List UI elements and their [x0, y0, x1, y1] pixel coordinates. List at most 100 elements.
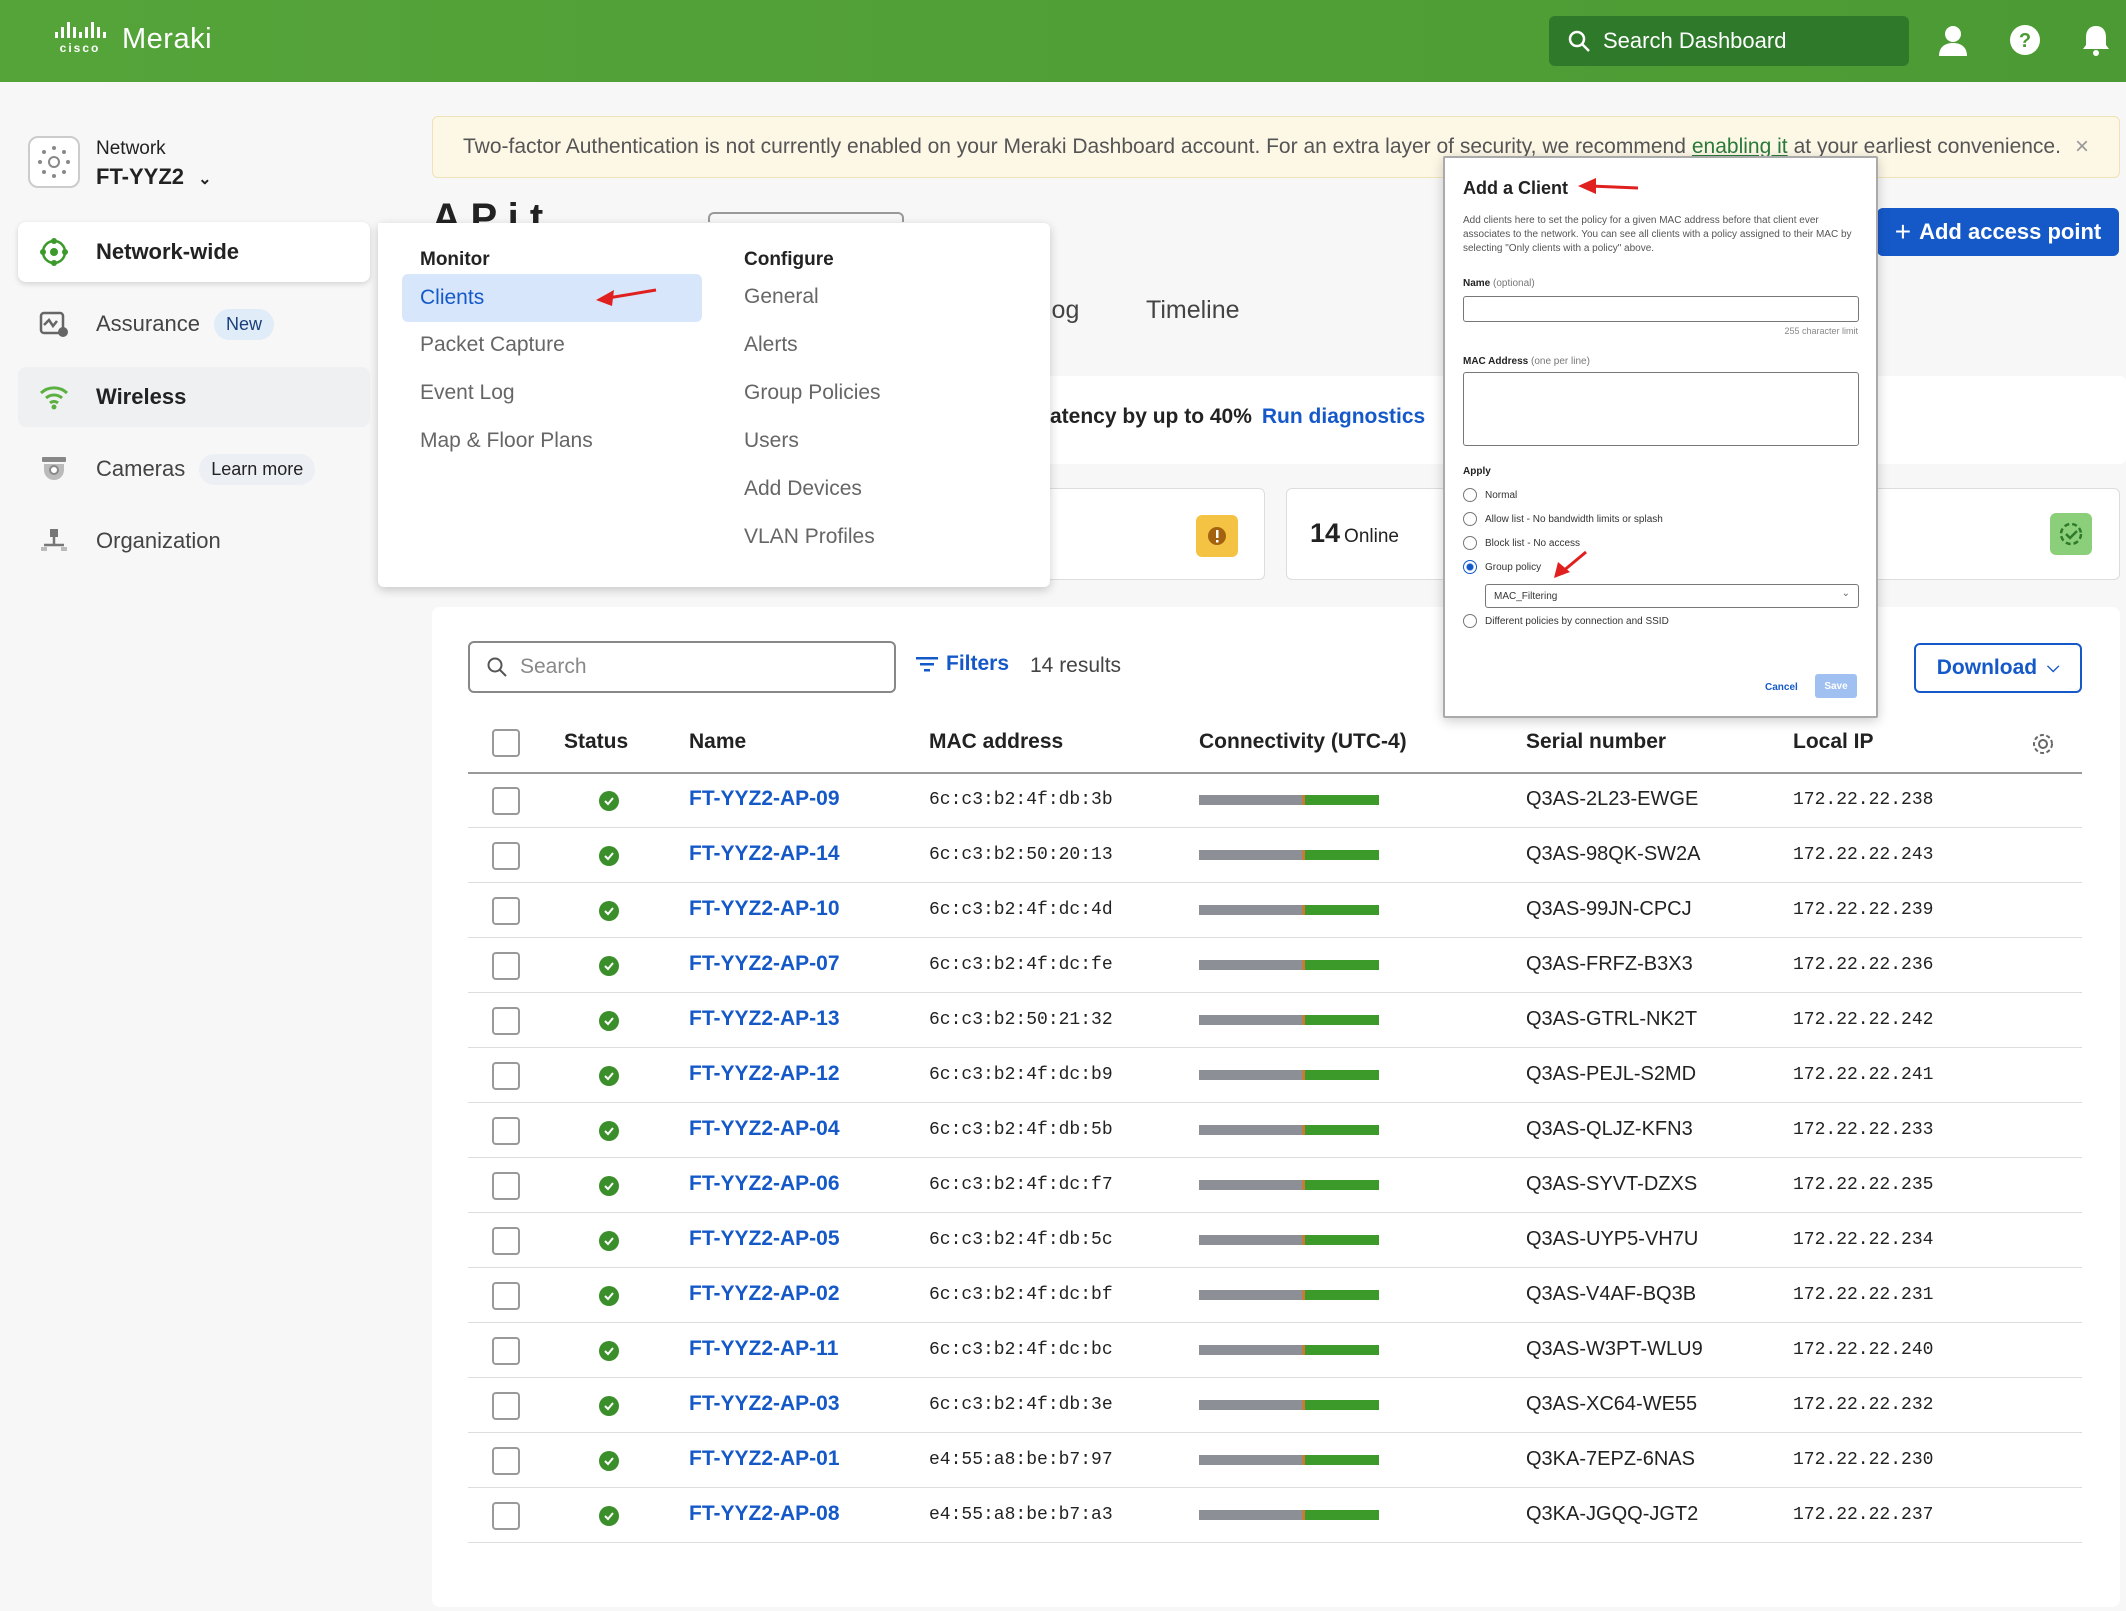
table-search-input[interactable]: Search — [468, 641, 896, 693]
row-checkbox[interactable] — [492, 1282, 520, 1310]
connectivity-bar[interactable] — [1199, 1235, 1379, 1245]
header-name[interactable]: Name — [689, 730, 746, 754]
connectivity-bar[interactable] — [1199, 1070, 1379, 1080]
connectivity-bar[interactable] — [1199, 850, 1379, 860]
menu-item-add-devices[interactable]: Add Devices — [744, 477, 862, 501]
download-button[interactable]: Download ⌵ — [1914, 643, 2082, 693]
table-row[interactable]: FT-YYZ2-AP-09 6c:c3:b2:4f:db:3b Q3AS-2L23-… — [468, 773, 2082, 828]
table-row[interactable]: FT-YYZ2-AP-01 e4:55:a8:be:b7:97 Q3KA-7EPZ-… — [468, 1433, 2082, 1488]
table-row[interactable]: FT-YYZ2-AP-04 6c:c3:b2:4f:db:5b Q3AS-QLJZ-… — [468, 1103, 2082, 1158]
table-row[interactable]: FT-YYZ2-AP-07 6c:c3:b2:4f:dc:fe Q3AS-FRFZ-… — [468, 938, 2082, 993]
menu-item-event-log[interactable]: Event Log — [420, 381, 515, 405]
sidebar-item-network-wide[interactable]: Network-wide — [18, 222, 370, 282]
ap-name-link[interactable]: FT-YYZ2-AP-03 — [689, 1392, 840, 1416]
row-checkbox[interactable] — [492, 897, 520, 925]
tab-timeline[interactable]: Timeline — [1146, 296, 1240, 325]
row-checkbox[interactable] — [492, 1392, 520, 1420]
learn-more-badge[interactable]: Learn more — [199, 453, 316, 485]
connectivity-bar[interactable] — [1199, 1345, 1379, 1355]
connectivity-bar[interactable] — [1199, 1290, 1379, 1300]
table-row[interactable]: FT-YYZ2-AP-03 6c:c3:b2:4f:db:3e Q3AS-XC64-… — [468, 1378, 2082, 1433]
row-checkbox[interactable] — [492, 842, 520, 870]
ap-name-link[interactable]: FT-YYZ2-AP-02 — [689, 1282, 840, 1306]
radio-allow-list[interactable]: Allow list - No bandwidth limits or spla… — [1463, 512, 1663, 526]
table-row[interactable]: FT-YYZ2-AP-06 6c:c3:b2:4f:dc:f7 Q3AS-SYVT-… — [468, 1158, 2082, 1213]
cancel-button[interactable]: Cancel — [1765, 682, 1798, 693]
ap-name-link[interactable]: FT-YYZ2-AP-13 — [689, 1007, 840, 1031]
ap-name-link[interactable]: FT-YYZ2-AP-10 — [689, 897, 840, 921]
radio-normal[interactable]: Normal — [1463, 488, 1517, 502]
ap-name-link[interactable]: FT-YYZ2-AP-01 — [689, 1447, 840, 1471]
header-connectivity[interactable]: Connectivity (UTC-4) — [1199, 730, 1407, 754]
connectivity-bar[interactable] — [1199, 1125, 1379, 1135]
connectivity-bar[interactable] — [1199, 1455, 1379, 1465]
menu-item-users[interactable]: Users — [744, 429, 799, 453]
row-checkbox[interactable] — [492, 1447, 520, 1475]
sidebar-item-cameras[interactable]: Cameras Learn more — [18, 439, 370, 499]
dashboard-search[interactable]: Search Dashboard — [1549, 16, 1909, 66]
row-checkbox[interactable] — [492, 787, 520, 815]
page-title-dropdown[interactable] — [708, 212, 904, 222]
ap-name-link[interactable]: FT-YYZ2-AP-08 — [689, 1502, 840, 1526]
row-checkbox[interactable] — [492, 1227, 520, 1255]
table-row[interactable]: FT-YYZ2-AP-11 6c:c3:b2:4f:dc:bc Q3AS-W3PT-… — [468, 1323, 2082, 1378]
row-checkbox[interactable] — [492, 1007, 520, 1035]
ap-name-link[interactable]: FT-YYZ2-AP-12 — [689, 1062, 840, 1086]
menu-item-vlan-profiles[interactable]: VLAN Profiles — [744, 525, 875, 549]
row-checkbox[interactable] — [492, 1172, 520, 1200]
user-icon[interactable] — [1935, 22, 1971, 58]
radio-different-policies[interactable]: Different policies by connection and SSI… — [1463, 614, 1669, 628]
run-diagnostics-link[interactable]: Run diagnostics — [1262, 405, 1425, 428]
row-checkbox[interactable] — [492, 1117, 520, 1145]
add-access-point-button[interactable]: + Add access point — [1877, 208, 2119, 256]
ap-name-link[interactable]: FT-YYZ2-AP-09 — [689, 787, 840, 811]
sidebar-item-organization[interactable]: Organization — [18, 511, 370, 571]
meraki-logo[interactable]: cisco Meraki — [52, 22, 212, 56]
connectivity-bar[interactable] — [1199, 1015, 1379, 1025]
ap-name-link[interactable]: FT-YYZ2-AP-05 — [689, 1227, 840, 1251]
connectivity-bar[interactable] — [1199, 1400, 1379, 1410]
ap-name-link[interactable]: FT-YYZ2-AP-06 — [689, 1172, 840, 1196]
table-row[interactable]: FT-YYZ2-AP-02 6c:c3:b2:4f:dc:bf Q3AS-V4AF-… — [468, 1268, 2082, 1323]
notification-bell-icon[interactable] — [2078, 22, 2114, 58]
row-checkbox[interactable] — [492, 1337, 520, 1365]
group-policy-select[interactable]: MAC_Filtering ⌄ — [1485, 584, 1859, 608]
connectivity-bar[interactable] — [1199, 1180, 1379, 1190]
connectivity-bar[interactable] — [1199, 795, 1379, 805]
help-icon[interactable]: ? — [2007, 22, 2043, 58]
sidebar-item-assurance[interactable]: Assurance New — [18, 294, 370, 354]
row-checkbox[interactable] — [492, 1062, 520, 1090]
table-row[interactable]: FT-YYZ2-AP-08 e4:55:a8:be:b7:a3 Q3KA-JGQQ-… — [468, 1488, 2082, 1543]
radio-block-list[interactable]: Block list - No access — [1463, 536, 1580, 550]
menu-item-packet-capture[interactable]: Packet Capture — [420, 333, 565, 357]
table-row[interactable]: FT-YYZ2-AP-12 6c:c3:b2:4f:dc:b9 Q3AS-PEJL-… — [468, 1048, 2082, 1103]
ap-name-link[interactable]: FT-YYZ2-AP-14 — [689, 842, 840, 866]
connectivity-bar[interactable] — [1199, 905, 1379, 915]
mac-address-textarea[interactable] — [1463, 372, 1859, 446]
connectivity-bar[interactable] — [1199, 960, 1379, 970]
table-row[interactable]: FT-YYZ2-AP-05 6c:c3:b2:4f:db:5c Q3AS-UYP5-… — [468, 1213, 2082, 1268]
ap-name-link[interactable]: FT-YYZ2-AP-04 — [689, 1117, 840, 1141]
table-row[interactable]: FT-YYZ2-AP-13 6c:c3:b2:50:21:32 Q3AS-GTRL-… — [468, 993, 2082, 1048]
name-input[interactable] — [1463, 296, 1859, 322]
tab-event-log[interactable]: log — [1046, 296, 1079, 325]
menu-item-general[interactable]: General — [744, 285, 819, 309]
filters-button[interactable]: Filters — [916, 652, 1009, 676]
save-button[interactable]: Save — [1815, 674, 1857, 698]
radio-group-policy[interactable]: Group policy — [1463, 560, 1541, 574]
menu-item-alerts[interactable]: Alerts — [744, 333, 798, 357]
menu-item-map-floor-plans[interactable]: Map & Floor Plans — [420, 429, 593, 453]
connectivity-bar[interactable] — [1199, 1510, 1379, 1520]
row-checkbox[interactable] — [492, 1502, 520, 1530]
close-icon[interactable]: × — [2075, 133, 2089, 161]
select-all-checkbox[interactable] — [492, 729, 520, 757]
ap-name-link[interactable]: FT-YYZ2-AP-07 — [689, 952, 840, 976]
table-row[interactable]: FT-YYZ2-AP-10 6c:c3:b2:4f:dc:4d Q3AS-99JN-… — [468, 883, 2082, 938]
table-row[interactable]: FT-YYZ2-AP-14 6c:c3:b2:50:20:13 Q3AS-98QK-… — [468, 828, 2082, 883]
header-mac[interactable]: MAC address — [929, 730, 1063, 754]
header-local-ip[interactable]: Local IP — [1793, 730, 1874, 754]
gear-icon[interactable] — [2030, 731, 2056, 757]
ap-name-link[interactable]: FT-YYZ2-AP-11 — [689, 1337, 838, 1361]
network-selector[interactable]: FT-YYZ2 ⌄ — [96, 164, 212, 190]
header-status[interactable]: Status — [564, 730, 628, 754]
